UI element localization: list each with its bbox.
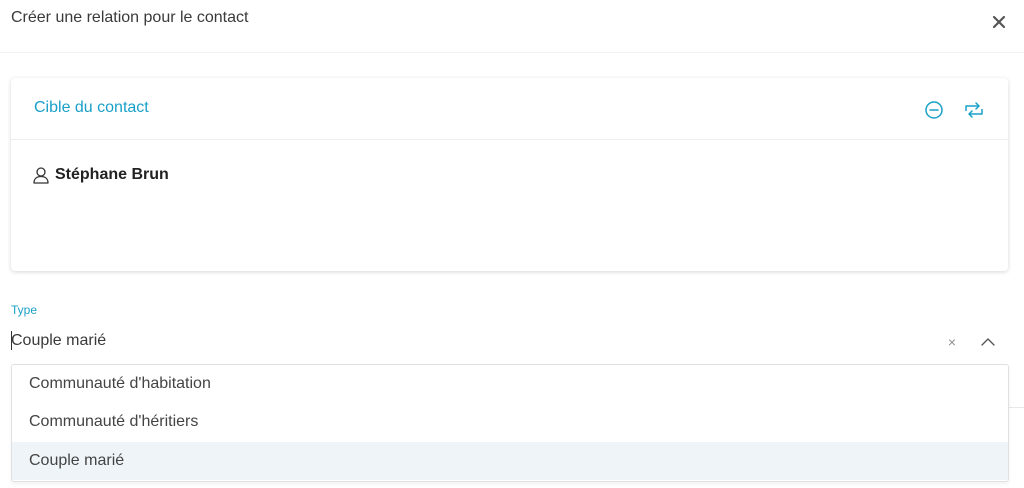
contact-target-card: Cible du contact Stéphane Brun (11, 78, 1008, 271)
option-label: Communauté d'héritiers (29, 413, 199, 430)
card-title: Cible du contact (34, 99, 149, 116)
dropdown-option[interactable]: Communauté d'héritiers (12, 403, 1008, 441)
create-relation-dialog: Créer une relation pour le contact Cible… (0, 0, 1024, 488)
dropdown-option[interactable]: Communauté d'habitation (12, 365, 1008, 403)
minus-circle-icon[interactable] (923, 99, 945, 121)
option-label: Communauté d'habitation (29, 375, 211, 392)
clear-selection-button[interactable]: × (945, 334, 959, 350)
close-icon[interactable] (989, 12, 1009, 32)
type-select-value[interactable]: Couple marié (11, 332, 106, 350)
chevron-up-icon[interactable] (979, 335, 997, 349)
swap-icon[interactable] (962, 99, 984, 121)
type-dropdown-menu: Communauté d'habitation Communauté d'hér… (11, 364, 1009, 482)
dropdown-option-selected[interactable]: Couple marié (12, 442, 1008, 480)
dialog-title: Créer une relation pour le contact (11, 9, 249, 26)
contact-entry: Stéphane Brun (32, 166, 169, 184)
type-field-label: Type (11, 303, 38, 317)
option-label: Couple marié (29, 452, 125, 469)
contact-name: Stéphane Brun (55, 166, 169, 183)
text-cursor (11, 331, 12, 350)
person-icon (32, 166, 50, 184)
type-select[interactable]: Couple marié × (11, 324, 1008, 362)
dialog-header: Créer une relation pour le contact (0, 0, 1024, 53)
card-header: Cible du contact (11, 78, 1008, 140)
divider (1008, 407, 1024, 408)
